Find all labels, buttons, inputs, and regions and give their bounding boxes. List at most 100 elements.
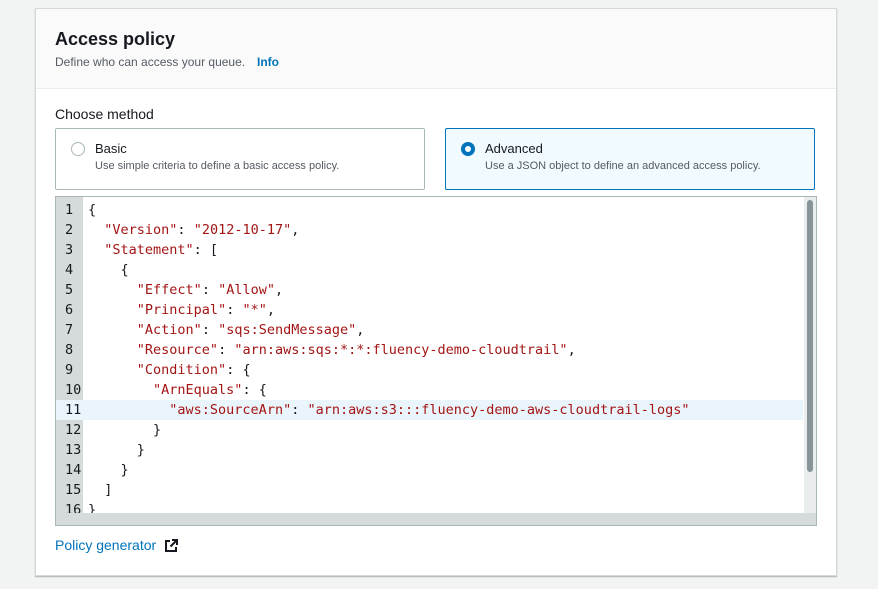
json-punctuation: } <box>136 442 145 458</box>
json-string: "Principal" <box>136 302 227 318</box>
code-line[interactable]: 16} <box>56 500 803 513</box>
code-text: ] <box>88 480 112 500</box>
code-line[interactable]: 9 "Condition": { <box>56 360 803 380</box>
json-string: "arn:aws:s3:::fluency-demo-aws-cloudtrai… <box>307 402 690 418</box>
code-text: "Principal": "*", <box>88 300 275 320</box>
json-string: "Condition" <box>136 362 227 378</box>
policy-generator-link[interactable]: Policy generator <box>55 537 156 553</box>
json-string: "*" <box>242 302 267 318</box>
advanced-description: Use a JSON object to define an advanced … <box>485 160 761 172</box>
code-line[interactable]: 8 "Resource": "arn:aws:sqs:*:*:fluency-d… <box>56 340 803 360</box>
json-punctuation: } <box>153 422 162 438</box>
json-punctuation: : <box>201 282 219 298</box>
line-number: 12 <box>65 422 82 438</box>
json-punctuation: : <box>226 302 243 318</box>
horizontal-scrollbar[interactable] <box>56 513 816 525</box>
code-line[interactable]: 10 "ArnEquals": { <box>56 380 803 400</box>
info-link[interactable]: Info <box>257 55 279 69</box>
code-text: } <box>88 440 145 460</box>
json-policy-editor[interactable]: 1{2 "Version": "2012-10-17", 3 "Statement… <box>55 196 817 526</box>
line-number: 15 <box>65 482 82 498</box>
json-string: "Resource" <box>136 342 219 358</box>
json-string: "Action" <box>136 322 202 338</box>
code-line[interactable]: 15 ] <box>56 480 803 500</box>
code-text: "Resource": "arn:aws:sqs:*:*:fluency-dem… <box>88 340 576 360</box>
basic-description: Use simple criteria to define a basic ac… <box>95 160 340 172</box>
line-number: 4 <box>65 262 74 278</box>
json-string: "2012-10-17" <box>193 222 292 238</box>
code-line[interactable]: 2 "Version": "2012-10-17", <box>56 220 803 240</box>
panel-header: Access policy Define who can access your… <box>36 9 836 89</box>
basic-radio[interactable] <box>71 142 85 156</box>
code-text: { <box>88 260 129 280</box>
basic-title: Basic <box>95 141 127 156</box>
json-string: "Effect" <box>136 282 202 298</box>
code-text: "Action": "sqs:SendMessage", <box>88 320 365 340</box>
line-number: 1 <box>65 202 74 218</box>
code-text: } <box>88 460 129 480</box>
json-string: "aws:SourceArn" <box>169 402 292 418</box>
json-string: "sqs:SendMessage" <box>218 322 357 338</box>
line-number: 11 <box>65 402 82 418</box>
code-line[interactable]: 11 "aws:SourceArn": "arn:aws:s3:::fluenc… <box>56 400 803 420</box>
method-option-advanced[interactable]: Advanced Use a JSON object to define an … <box>445 128 815 190</box>
code-line[interactable]: 3 "Statement": [ <box>56 240 803 260</box>
json-punctuation: , <box>291 222 300 238</box>
code-text: "aws:SourceArn": "arn:aws:s3:::fluency-d… <box>88 400 689 420</box>
code-line[interactable]: 4 { <box>56 260 803 280</box>
code-area[interactable]: 1{2 "Version": "2012-10-17", 3 "Statement… <box>56 200 803 513</box>
json-string: "Statement" <box>104 242 194 258</box>
code-text: "ArnEquals": { <box>88 380 267 400</box>
line-number: 9 <box>65 362 74 378</box>
vertical-scrollbar-thumb[interactable] <box>807 200 813 472</box>
panel-title: Access policy <box>55 29 176 49</box>
json-punctuation: { <box>120 262 129 278</box>
code-line[interactable]: 13 } <box>56 440 803 460</box>
json-punctuation: , <box>274 282 284 298</box>
json-punctuation: : { <box>242 382 267 398</box>
json-punctuation: { <box>88 202 97 218</box>
code-text: "Effect": "Allow", <box>88 280 283 300</box>
line-number: 13 <box>65 442 82 458</box>
json-punctuation: , <box>266 302 275 318</box>
external-link-icon[interactable] <box>163 538 179 554</box>
json-punctuation: : { <box>226 362 251 378</box>
line-number: 16 <box>65 502 82 513</box>
json-punctuation: : <box>201 322 219 338</box>
code-line[interactable]: 7 "Action": "sqs:SendMessage", <box>56 320 803 340</box>
json-string: "arn:aws:sqs:*:*:fluency-demo-cloudtrail… <box>234 342 568 358</box>
code-line[interactable]: 6 "Principal": "*", <box>56 300 803 320</box>
line-number: 10 <box>65 382 82 398</box>
code-text: } <box>88 420 161 440</box>
line-number: 3 <box>65 242 74 258</box>
choose-method-label: Choose method <box>55 106 154 122</box>
code-text: "Statement": [ <box>88 240 218 260</box>
json-punctuation: } <box>120 462 129 478</box>
method-option-basic[interactable]: Basic Use simple criteria to define a ba… <box>55 128 425 190</box>
advanced-title: Advanced <box>485 141 543 156</box>
code-line[interactable]: 5 "Effect": "Allow", <box>56 280 803 300</box>
code-line[interactable]: 1{ <box>56 200 803 220</box>
line-number: 8 <box>65 342 74 358</box>
line-number: 14 <box>65 462 82 478</box>
json-string: "Allow" <box>218 282 275 298</box>
line-number: 5 <box>65 282 74 298</box>
json-punctuation: : <box>218 342 235 358</box>
code-line[interactable]: 12 } <box>56 420 803 440</box>
json-punctuation: : [ <box>193 242 219 258</box>
line-number: 2 <box>65 222 74 238</box>
vertical-scrollbar[interactable] <box>804 197 816 513</box>
json-punctuation: : <box>177 222 194 238</box>
line-number: 6 <box>65 302 74 318</box>
json-punctuation: } <box>88 502 97 513</box>
code-text: { <box>88 200 96 220</box>
panel-description: Define who can access your queue. <box>55 55 246 69</box>
json-punctuation: ] <box>104 482 113 498</box>
line-number: 7 <box>65 322 74 338</box>
advanced-radio[interactable] <box>461 142 475 156</box>
json-string: "Version" <box>104 222 178 238</box>
json-punctuation: , <box>567 342 576 358</box>
code-line[interactable]: 14 } <box>56 460 803 480</box>
code-text: } <box>88 500 96 513</box>
json-string: "ArnEquals" <box>153 382 243 398</box>
